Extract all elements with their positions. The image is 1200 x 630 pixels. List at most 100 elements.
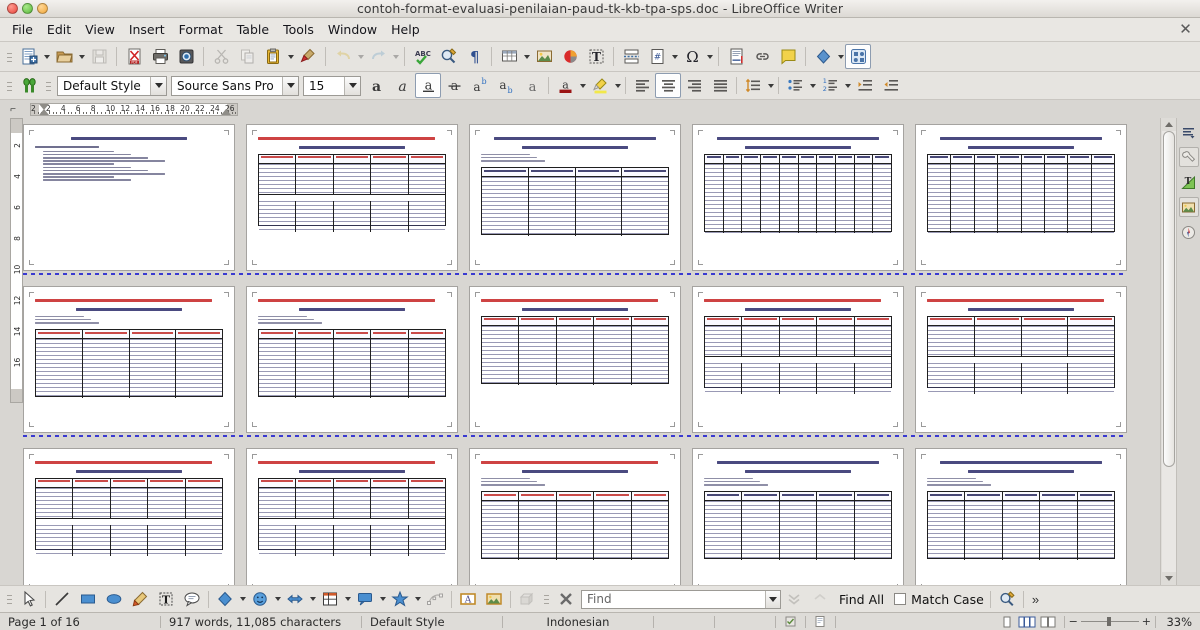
spelling-icon[interactable]: ABC bbox=[409, 44, 435, 69]
basic-shapes-icon[interactable] bbox=[212, 587, 238, 612]
navigator-icon[interactable] bbox=[1179, 222, 1199, 242]
insert-hyperlink-icon[interactable] bbox=[749, 44, 775, 69]
page-9[interactable] bbox=[692, 286, 904, 433]
digital-signature-indicator[interactable] bbox=[806, 613, 835, 630]
insert-field-dropdown[interactable] bbox=[670, 44, 679, 69]
menu-edit[interactable]: Edit bbox=[40, 20, 78, 39]
page-6[interactable] bbox=[23, 286, 235, 433]
page-13[interactable] bbox=[469, 448, 681, 585]
page-12[interactable] bbox=[246, 448, 458, 585]
open-document-dropdown[interactable] bbox=[77, 44, 86, 69]
insert-text-box-icon[interactable]: T bbox=[153, 587, 179, 612]
window-minimize-button[interactable] bbox=[22, 3, 33, 14]
line-spacing-icon[interactable] bbox=[740, 73, 766, 98]
insert-special-character-icon[interactable]: Ω bbox=[679, 44, 705, 69]
find-and-replace-icon[interactable] bbox=[994, 587, 1020, 612]
rectangle-icon[interactable] bbox=[75, 587, 101, 612]
align-center-icon[interactable] bbox=[655, 73, 681, 98]
increase-indent-icon[interactable] bbox=[852, 73, 878, 98]
language[interactable]: Indonesian bbox=[503, 613, 653, 630]
toolbar-grip[interactable] bbox=[6, 77, 13, 94]
undo-icon[interactable] bbox=[330, 44, 356, 69]
properties-icon[interactable] bbox=[1178, 147, 1199, 167]
page-3[interactable] bbox=[469, 124, 681, 271]
match-case-checkbox[interactable]: Match Case bbox=[890, 592, 984, 607]
word-count[interactable]: 917 words, 11,085 characters bbox=[161, 613, 361, 630]
menu-window[interactable]: Window bbox=[321, 20, 384, 39]
print-icon[interactable] bbox=[147, 44, 173, 69]
stars-icon[interactable] bbox=[387, 587, 413, 612]
right-indent-marker[interactable] bbox=[221, 108, 231, 115]
insert-table-dropdown[interactable] bbox=[522, 44, 531, 69]
paragraph-styles-icon[interactable] bbox=[16, 73, 42, 98]
font-size-combo[interactable]: 15 bbox=[303, 75, 361, 96]
page-15[interactable] bbox=[915, 448, 1127, 585]
insert-shape-icon[interactable] bbox=[810, 44, 836, 69]
formatting-marks-icon[interactable]: ¶ bbox=[461, 44, 487, 69]
unordered-list-icon[interactable] bbox=[782, 73, 808, 98]
menu-view[interactable]: View bbox=[78, 20, 122, 39]
page-11[interactable] bbox=[23, 448, 235, 585]
page-1[interactable] bbox=[23, 124, 235, 271]
scroll-down-button[interactable] bbox=[1162, 572, 1176, 585]
stars-dropdown[interactable] bbox=[413, 587, 422, 612]
paragraph-style-combo[interactable]: Default Style bbox=[57, 75, 167, 96]
freeform-line-icon[interactable] bbox=[127, 587, 153, 612]
open-document-icon[interactable] bbox=[51, 44, 77, 69]
scrollbar-track[interactable] bbox=[1161, 131, 1176, 572]
underline-icon[interactable]: a bbox=[415, 73, 441, 98]
ellipse-icon[interactable] bbox=[101, 587, 127, 612]
find-next-icon[interactable] bbox=[781, 587, 807, 612]
zoom-in-button[interactable]: + bbox=[1142, 615, 1151, 628]
page-14[interactable] bbox=[692, 448, 904, 585]
scroll-up-button[interactable] bbox=[1162, 118, 1176, 131]
gallery-icon[interactable] bbox=[1178, 197, 1199, 217]
copy-icon[interactable] bbox=[234, 44, 260, 69]
justified-icon[interactable] bbox=[707, 73, 733, 98]
menu-help[interactable]: Help bbox=[384, 20, 427, 39]
callout-icon[interactable] bbox=[179, 587, 205, 612]
match-case-checkbox-box[interactable] bbox=[894, 593, 907, 605]
redo-icon[interactable] bbox=[365, 44, 391, 69]
font-name-combo[interactable]: Source Sans Pro bbox=[171, 75, 299, 96]
from-file-icon[interactable] bbox=[481, 587, 507, 612]
zoom-slider[interactable]: − + bbox=[1065, 615, 1155, 628]
window-maximize-button[interactable] bbox=[37, 3, 48, 14]
horizontal-ruler[interactable]: 2 2 4 6 8 10 12 14 16 18 20 22 24 26 bbox=[30, 102, 238, 116]
insert-special-character-dropdown[interactable] bbox=[705, 44, 714, 69]
points-icon[interactable] bbox=[422, 587, 448, 612]
font-name-dropdown-arrow[interactable] bbox=[282, 76, 298, 95]
zoom-slider-track[interactable] bbox=[1080, 617, 1139, 626]
page-style[interactable]: Default Style bbox=[362, 613, 502, 630]
export-pdf-icon[interactable]: PDF bbox=[121, 44, 147, 69]
insert-mode[interactable] bbox=[654, 613, 714, 630]
highlight-color-icon[interactable] bbox=[587, 73, 613, 98]
align-left-icon[interactable] bbox=[629, 73, 655, 98]
insert-comment-icon[interactable] bbox=[775, 44, 801, 69]
print-preview-icon[interactable] bbox=[173, 44, 199, 69]
selection-mode[interactable] bbox=[715, 613, 775, 630]
font-color-icon[interactable]: a bbox=[552, 73, 578, 98]
show-draw-functions-icon[interactable] bbox=[845, 44, 871, 69]
find-all-button[interactable]: Find All bbox=[833, 592, 890, 607]
callout-shapes-dropdown[interactable] bbox=[378, 587, 387, 612]
find-and-replace-icon[interactable] bbox=[435, 44, 461, 69]
close-document-icon[interactable]: ✕ bbox=[1178, 22, 1193, 37]
page-10[interactable] bbox=[915, 286, 1127, 433]
line-spacing-dropdown[interactable] bbox=[766, 73, 775, 98]
save-document-icon[interactable] bbox=[86, 44, 112, 69]
styles-icon[interactable]: T bbox=[1179, 172, 1199, 192]
insert-footnote-icon[interactable] bbox=[723, 44, 749, 69]
vertical-ruler[interactable]: 2 4 6 8 10 12 14 16 bbox=[10, 118, 23, 403]
vertical-scrollbar[interactable] bbox=[1160, 118, 1176, 585]
select-icon[interactable] bbox=[16, 587, 42, 612]
sidebar-settings-icon[interactable] bbox=[1179, 122, 1199, 142]
clear-formatting-icon[interactable]: a bbox=[519, 73, 545, 98]
line-icon[interactable] bbox=[49, 587, 75, 612]
cut-icon[interactable] bbox=[208, 44, 234, 69]
highlight-color-dropdown[interactable] bbox=[613, 73, 622, 98]
menu-table[interactable]: Table bbox=[230, 20, 276, 39]
new-document-dropdown[interactable] bbox=[42, 44, 51, 69]
ordered-list-icon[interactable]: 1 2 bbox=[817, 73, 843, 98]
decrease-indent-icon[interactable] bbox=[878, 73, 904, 98]
